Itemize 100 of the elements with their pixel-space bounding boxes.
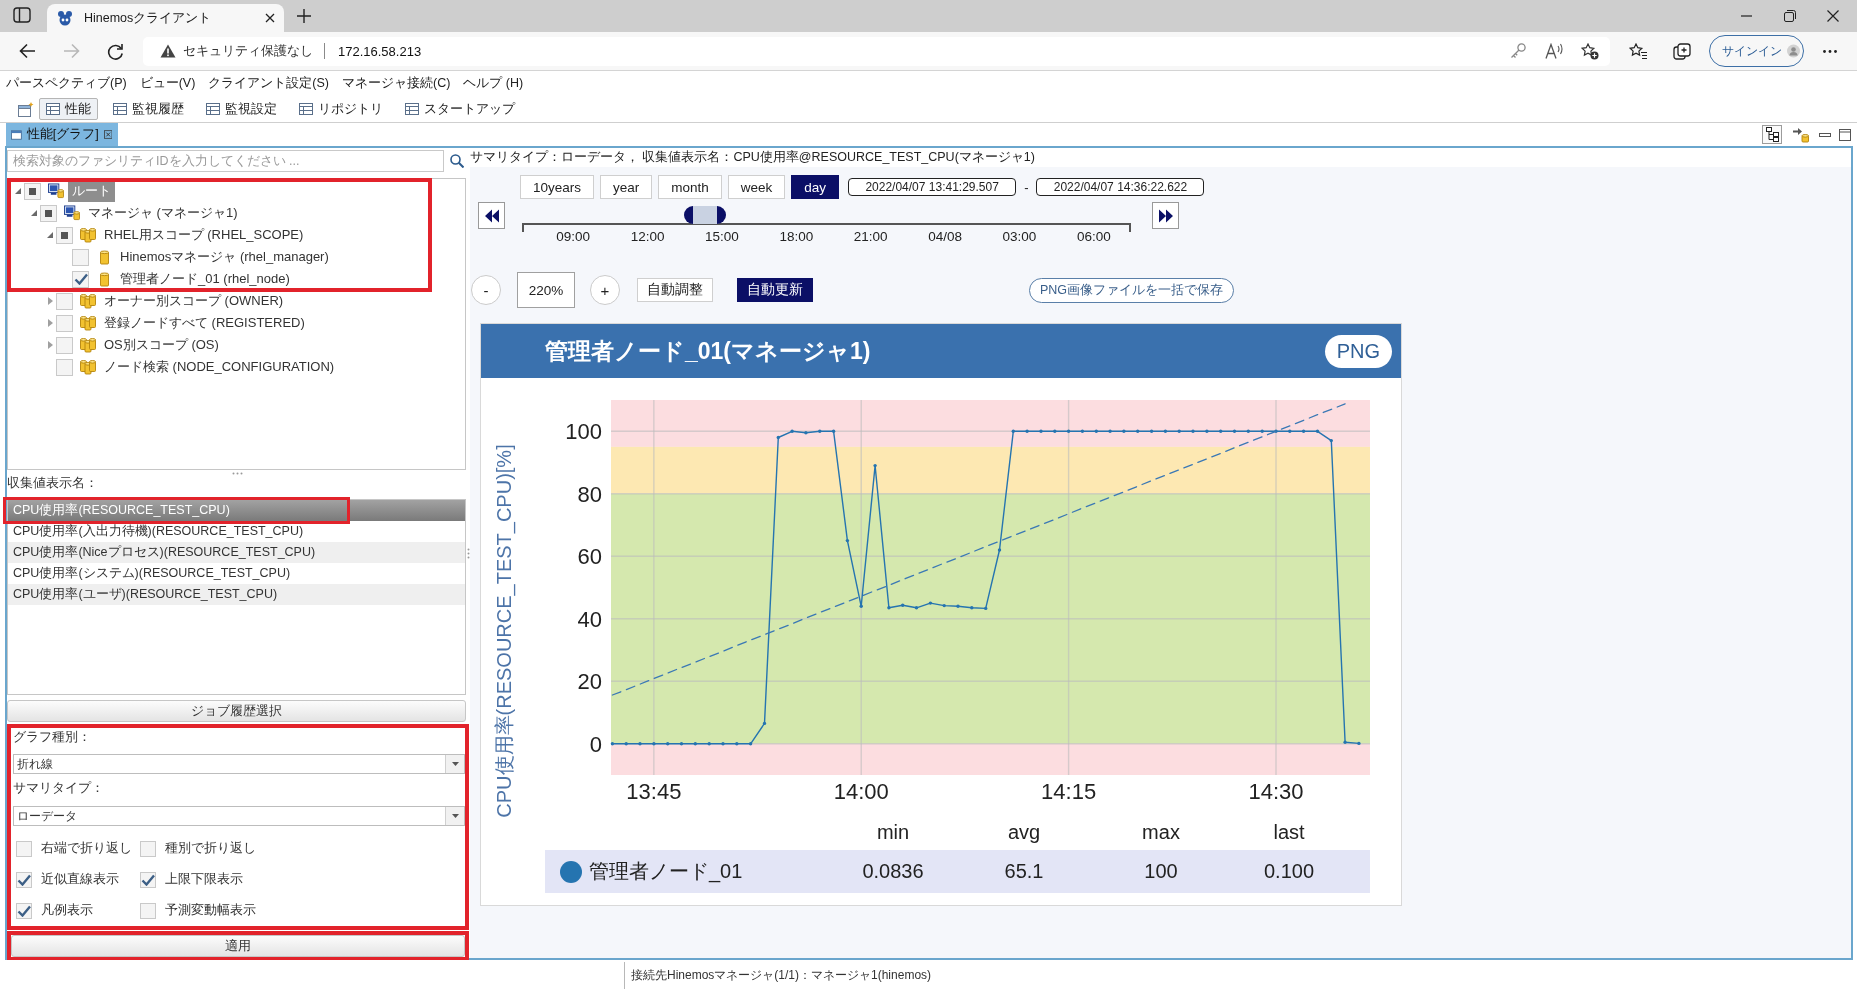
- tree-item[interactable]: Hinemosマネージャ (rhel_manager): [116, 246, 333, 268]
- checkbox[interactable]: [16, 871, 32, 888]
- perspective-button[interactable]: スタートアップ: [398, 98, 522, 120]
- minimize-icon[interactable]: [1819, 132, 1831, 137]
- star-plus-icon[interactable]: [1581, 42, 1599, 60]
- cylinders-icon: [80, 227, 96, 243]
- data-point: [652, 742, 656, 746]
- cylinder-icon: [99, 249, 109, 265]
- summary-type-dropdown[interactable]: ローデータ: [13, 806, 465, 826]
- auto-adjust-button[interactable]: 自動調整: [637, 278, 713, 302]
- menu-item[interactable]: パースペクティブ(P): [6, 75, 127, 92]
- table-icon: [405, 103, 419, 115]
- list-item[interactable]: CPU使用率(入出力待機)(RESOURCE_TEST_CPU): [8, 521, 465, 542]
- zoom-in-button[interactable]: +: [590, 275, 620, 305]
- refresh-icon[interactable]: [106, 42, 124, 60]
- menu-item[interactable]: ヘルプ (H): [463, 75, 524, 92]
- menu-item[interactable]: クライアント設定(S): [208, 75, 329, 92]
- range-button[interactable]: 10years: [520, 175, 595, 199]
- caret-right-icon[interactable]: [47, 297, 53, 305]
- arrow-left-icon[interactable]: [18, 43, 36, 59]
- save-all-png-button[interactable]: PNG画像ファイルを一括で保存: [1029, 277, 1235, 303]
- end-date-field[interactable]: 2022/04/07 14:36:22.622: [1036, 178, 1205, 196]
- range-button[interactable]: year: [600, 175, 653, 199]
- data-point: [1177, 429, 1181, 433]
- fast-forward-icon: [1157, 208, 1174, 223]
- checkbox[interactable]: [24, 182, 41, 200]
- list-item[interactable]: CPU使用率(Niceプロセス)(RESOURCE_TEST_CPU): [8, 542, 465, 563]
- star-list-icon[interactable]: [1629, 43, 1647, 59]
- close-icon[interactable]: [1826, 10, 1839, 22]
- checkbox[interactable]: [72, 270, 89, 288]
- site-info-button[interactable]: セキュリティ保護なし: [160, 42, 313, 60]
- view-tab[interactable]: 性能[グラフ]: [6, 123, 118, 146]
- tree-item[interactable]: 管理者ノード_01 (rhel_node): [116, 268, 294, 290]
- tree-item[interactable]: ノード検索 (NODE_CONFIGURATION): [100, 356, 339, 378]
- range-button[interactable]: month: [658, 175, 722, 199]
- slider-thumb[interactable]: [683, 206, 726, 224]
- png-button[interactable]: PNG: [1324, 334, 1392, 368]
- checkbox[interactable]: [72, 248, 89, 266]
- legend-value: 65.1: [1003, 860, 1045, 883]
- fast-forward-button[interactable]: [1152, 202, 1179, 229]
- checkbox[interactable]: [40, 204, 57, 222]
- tree-item[interactable]: オーナー別スコープ (OWNER): [100, 290, 288, 312]
- range-button[interactable]: week: [727, 175, 786, 199]
- search-field[interactable]: 検索対象のファシリティIDを入力してください ...: [7, 150, 444, 172]
- rewind-button[interactable]: [478, 202, 505, 229]
- collections-icon[interactable]: [1673, 42, 1691, 60]
- graph-type-dropdown[interactable]: 折れ線: [13, 754, 465, 774]
- close-icon[interactable]: [265, 13, 275, 23]
- search-icon[interactable]: [450, 154, 464, 168]
- list-item[interactable]: CPU使用率(システム)(RESOURCE_TEST_CPU): [8, 563, 465, 584]
- checkbox[interactable]: [140, 902, 156, 919]
- range-button[interactable]: day: [791, 175, 840, 199]
- more-icon[interactable]: [1823, 49, 1837, 53]
- checkbox[interactable]: [56, 292, 73, 310]
- perspective-button[interactable]: 性能: [39, 98, 98, 120]
- checkbox[interactable]: [140, 871, 156, 888]
- y-tick-label: 60: [577, 544, 602, 570]
- checkbox-label: 上限下限表示: [165, 871, 243, 888]
- checkbox[interactable]: [16, 840, 32, 857]
- zoom-level-field[interactable]: 220%: [517, 272, 575, 308]
- checkbox[interactable]: [16, 902, 32, 919]
- perspective-button[interactable]: リポジトリ: [292, 98, 390, 120]
- restore-icon[interactable]: [1783, 10, 1796, 22]
- sidebar-panel-icon[interactable]: [13, 7, 31, 23]
- tree-item[interactable]: マネージャ (マネージャ1): [84, 202, 242, 224]
- caret-down-icon[interactable]: [15, 188, 21, 194]
- timeline-tick-label: 09:00: [555, 229, 592, 244]
- apply-button[interactable]: 適用: [11, 935, 465, 957]
- drag-handle-icon[interactable]: [231, 471, 243, 475]
- checkbox[interactable]: [140, 840, 156, 857]
- browser-tab[interactable]: Hinemosクライアント: [47, 4, 284, 32]
- menu-item[interactable]: ビュー(V): [139, 75, 196, 92]
- maximize-icon[interactable]: [1839, 128, 1851, 141]
- start-date-field[interactable]: 2022/04/07 13:41:29.507: [848, 178, 1017, 196]
- zoom-out-button[interactable]: -: [471, 275, 501, 305]
- tree-item[interactable]: OS別スコープ (OS): [100, 334, 223, 356]
- auto-update-button[interactable]: 自動更新: [737, 278, 813, 302]
- tree-item[interactable]: 登録ノードすべて (REGISTERED): [100, 312, 309, 334]
- read-aloud-icon[interactable]: [1545, 43, 1563, 59]
- caret-down-icon[interactable]: [47, 232, 53, 238]
- checkbox[interactable]: [56, 226, 73, 244]
- y-tick-label: 100: [565, 419, 602, 445]
- list-item[interactable]: CPU使用率(ユーザ)(RESOURCE_TEST_CPU): [8, 584, 465, 605]
- drag-handle-icon[interactable]: [467, 547, 470, 559]
- job-history-button[interactable]: ジョブ履歴選択: [7, 700, 466, 722]
- caret-down-icon[interactable]: [31, 210, 37, 216]
- address-field[interactable]: セキュリティ保護なし 172.16.58.213: [143, 36, 1610, 66]
- tree-item[interactable]: RHEL用スコープ (RHEL_SCOPE): [100, 224, 308, 246]
- data-point: [1315, 429, 1320, 433]
- plus-icon[interactable]: [297, 9, 311, 23]
- menu-item[interactable]: マネージャ接続(C): [342, 75, 451, 92]
- perspective-button[interactable]: 監視設定: [199, 98, 284, 120]
- key-icon[interactable]: [1510, 43, 1526, 59]
- caret-right-icon[interactable]: [47, 341, 53, 349]
- perspective-button[interactable]: 監視履歴: [106, 98, 191, 120]
- legend-header: last: [1272, 821, 1306, 844]
- checkbox[interactable]: [56, 336, 73, 354]
- caret-right-icon[interactable]: [47, 319, 53, 327]
- checkbox[interactable]: [56, 314, 73, 332]
- checkbox[interactable]: [56, 358, 73, 376]
